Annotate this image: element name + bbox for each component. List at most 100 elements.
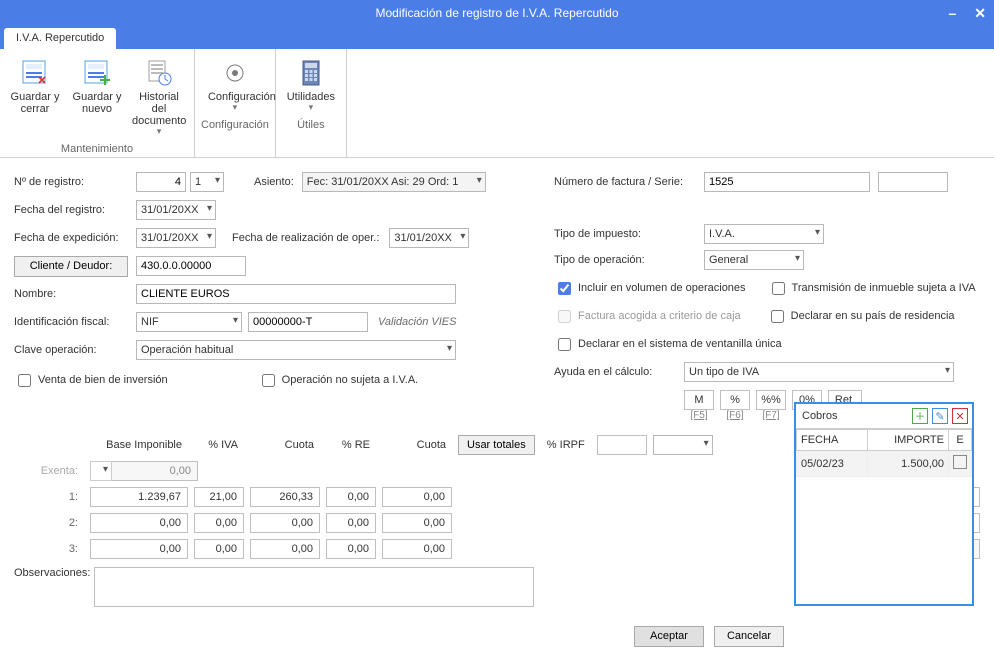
fact-caja-checkbox[interactable]: Factura acogida a criterio de caja <box>554 307 741 326</box>
incluir-volumen-checkbox[interactable]: Incluir en volumen de operaciones <box>554 279 746 298</box>
save-new-icon <box>81 57 113 89</box>
ident-fiscal-input[interactable] <box>248 312 368 332</box>
row1-label: 1: <box>14 491 84 503</box>
row3-base[interactable]: 0,00 <box>90 539 188 559</box>
cobros-row-fecha: 05/02/23 <box>797 451 868 477</box>
shortcut-f5: [F5] <box>684 410 714 421</box>
form-body: Nº de registro: 1 Asiento: Fec: 31/01/20… <box>0 158 994 660</box>
tipo-operacion-label: Tipo de operación: <box>554 254 704 266</box>
tab-iva-repercutido[interactable]: I.V.A. Repercutido <box>4 28 116 49</box>
asiento-display[interactable]: Fec: 31/01/20XX Asi: 29 Ord: 1 <box>302 172 486 192</box>
helper-m-button[interactable]: M <box>684 390 714 410</box>
cuenta-cliente-input[interactable] <box>136 256 246 276</box>
declarar-ventanilla-checkbox[interactable]: Declarar en el sistema de ventanilla úni… <box>554 335 782 354</box>
fecha-realizacion-input[interactable]: 31/01/20XX <box>389 228 469 248</box>
fecha-realizacion-label: Fecha de realización de oper.: <box>232 232 379 244</box>
ident-fiscal-label: Identificación fiscal: <box>14 316 136 328</box>
fecha-registro-input[interactable]: 31/01/20XX <box>136 200 216 220</box>
exenta-base: 0,00 <box>100 461 198 481</box>
row1-cuota[interactable]: 260,33 <box>250 487 320 507</box>
tipo-impuesto-select[interactable]: I.V.A. <box>704 224 824 244</box>
cobros-title: Cobros <box>802 410 837 422</box>
cobros-delete-icon[interactable]: ✕ <box>952 408 968 424</box>
calculator-icon <box>295 57 327 89</box>
row3-pctre[interactable]: 0,00 <box>326 539 376 559</box>
nombre-label: Nombre: <box>14 288 136 300</box>
history-icon <box>143 57 175 89</box>
num-registro-label: Nº de registro: <box>14 176 136 188</box>
cobros-col-fecha: FECHA <box>797 430 868 451</box>
config-button[interactable]: Configuración ▾ <box>206 55 264 115</box>
minimize-icon[interactable]: – <box>948 5 956 21</box>
save-new-button[interactable]: Guardar y nuevo <box>68 55 126 139</box>
row2-pctiva[interactable]: 0,00 <box>194 513 244 533</box>
irpf-select[interactable] <box>653 435 713 455</box>
window-title: Modificación de registro de I.V.A. Reper… <box>375 6 618 20</box>
row2-pctre[interactable]: 0,00 <box>326 513 376 533</box>
row2-base[interactable]: 0,00 <box>90 513 188 533</box>
doc-history-label: Historial del documento <box>132 91 186 127</box>
dropdown-caret-icon: ▾ <box>284 103 338 113</box>
tipo-operacion-select[interactable]: General <box>704 250 804 270</box>
op-no-sujeta-checkbox[interactable]: Operación no sujeta a I.V.A. <box>258 371 419 390</box>
helper-pct-button[interactable]: % <box>720 390 750 410</box>
row3-pctiva[interactable]: 0,00 <box>194 539 244 559</box>
row1-base[interactable]: 1.239,67 <box>90 487 188 507</box>
col-cuota: Cuota <box>250 439 320 451</box>
asiento-label: Asiento: <box>254 176 294 188</box>
group-utils-title: Útiles <box>282 119 340 131</box>
close-icon[interactable]: ✕ <box>974 5 986 22</box>
ribbon-group-config: Configuración ▾ Configuración <box>195 49 276 157</box>
row1-pctre[interactable]: 0,00 <box>326 487 376 507</box>
row2-cuota2[interactable]: 0,00 <box>382 513 452 533</box>
dropdown-caret-icon: ▾ <box>208 103 262 113</box>
shortcut-f6: [F6] <box>720 410 750 421</box>
row3-cuota2[interactable]: 0,00 <box>382 539 452 559</box>
cancelar-button[interactable]: Cancelar <box>714 626 784 647</box>
cobros-edit-icon[interactable]: ✎ <box>932 408 948 424</box>
save-close-icon <box>19 57 51 89</box>
num-factura-input[interactable] <box>704 172 870 192</box>
cobros-table: FECHA IMPORTE E 05/02/23 1.500,00 <box>796 429 972 477</box>
row2-label: 2: <box>14 517 84 529</box>
row2-cuota[interactable]: 0,00 <box>250 513 320 533</box>
ident-fiscal-tipo-select[interactable]: NIF <box>136 312 242 332</box>
ayuda-calculo-select[interactable]: Un tipo de IVA <box>684 362 954 382</box>
validacion-vies-link[interactable]: Validación VIES <box>378 316 456 328</box>
clave-op-select[interactable]: Operación habitual <box>136 340 456 360</box>
group-config-title: Configuración <box>201 119 269 131</box>
fecha-expedicion-input[interactable]: 31/01/20XX <box>136 228 216 248</box>
tabstrip: I.V.A. Repercutido <box>0 26 994 49</box>
ribbon-group-utils: Utilidades ▾ Útiles <box>276 49 347 157</box>
save-close-button[interactable]: Guardar y cerrar <box>6 55 64 139</box>
num-registro-ord-select[interactable]: 1 <box>190 172 224 192</box>
nombre-input[interactable] <box>136 284 456 304</box>
save-close-label: Guardar y cerrar <box>8 91 62 115</box>
cobros-add-icon[interactable]: ＋ <box>912 408 928 424</box>
row3-label: 3: <box>14 543 84 555</box>
transm-inmueble-checkbox[interactable]: Transmisión de inmueble sujeta a IVA <box>768 279 976 298</box>
observaciones-textarea[interactable] <box>94 567 534 607</box>
cobros-row[interactable]: 05/02/23 1.500,00 <box>797 451 972 477</box>
declarar-residencia-checkbox[interactable]: Declarar en su país de residencia <box>767 307 955 326</box>
row3-cuota[interactable]: 0,00 <box>250 539 320 559</box>
exenta-selector[interactable] <box>90 461 112 481</box>
shortcut-f7: [F7] <box>756 410 786 421</box>
row1-cuota2[interactable]: 0,00 <box>382 487 452 507</box>
cliente-deudor-button[interactable]: Cliente / Deudor: <box>14 256 128 277</box>
num-registro-input[interactable] <box>136 172 186 192</box>
utilities-button[interactable]: Utilidades ▾ <box>282 55 340 115</box>
col-pctirpf: % IRPF <box>541 439 591 451</box>
helper-pctpct-button[interactable]: %% <box>756 390 786 410</box>
cobros-row-checkbox[interactable] <box>953 455 967 469</box>
col-pctre: % RE <box>326 439 376 451</box>
serie-factura-input[interactable] <box>878 172 948 192</box>
aceptar-button[interactable]: Aceptar <box>634 626 704 647</box>
group-maintenance-title: Mantenimiento <box>6 143 188 155</box>
usar-totales-button[interactable]: Usar totales <box>458 435 535 455</box>
venta-inversion-checkbox[interactable]: Venta de bien de inversión <box>14 371 168 390</box>
row1-pctiva[interactable]: 21,00 <box>194 487 244 507</box>
irpf-blank-cell[interactable] <box>597 435 647 455</box>
titlebar: Modificación de registro de I.V.A. Reper… <box>0 0 994 26</box>
doc-history-button[interactable]: Historial del documento ▾ <box>130 55 188 139</box>
